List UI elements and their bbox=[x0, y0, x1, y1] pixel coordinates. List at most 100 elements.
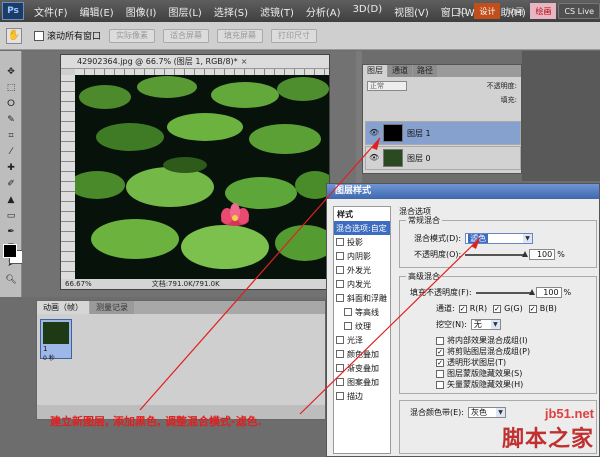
style-checkbox[interactable] bbox=[344, 308, 352, 316]
eyedropper-tool-icon[interactable]: ⁄ bbox=[3, 145, 19, 159]
advanced-option-row[interactable]: 将剪贴图层混合成组(P) bbox=[436, 346, 530, 357]
style-list-item[interactable]: 内发光 bbox=[334, 277, 390, 291]
advanced-option-row[interactable]: 图层蒙版隐藏效果(S) bbox=[436, 368, 522, 379]
styles-heading[interactable]: 样式 bbox=[334, 207, 390, 221]
channel-g-checkbox[interactable] bbox=[493, 304, 502, 313]
healing-tool-icon[interactable]: ✚ bbox=[3, 161, 19, 175]
style-list-item[interactable]: 混合选项:自定 bbox=[334, 221, 390, 235]
close-icon[interactable]: × bbox=[241, 57, 248, 66]
tab-channels[interactable]: 通道 bbox=[388, 65, 412, 77]
advanced-option-checkbox[interactable] bbox=[436, 358, 444, 367]
opacity-slider-knob[interactable] bbox=[522, 250, 529, 257]
tab-paths[interactable]: 路径 bbox=[413, 65, 437, 77]
style-checkbox[interactable] bbox=[344, 322, 352, 330]
brush-tool-icon[interactable]: ✐ bbox=[3, 177, 19, 191]
style-checkbox[interactable] bbox=[336, 336, 344, 344]
move-tool-icon[interactable]: ✥ bbox=[3, 65, 19, 79]
style-list-item[interactable]: 描边 bbox=[334, 389, 390, 403]
foreground-color-swatch[interactable] bbox=[3, 244, 17, 258]
fill-screen-button[interactable]: 填充屏幕 bbox=[217, 28, 264, 43]
style-list-item[interactable]: 纹理 bbox=[334, 319, 390, 333]
blend-if-select[interactable]: 灰色 ▼ bbox=[468, 407, 506, 418]
style-list-item[interactable]: 渐变叠加 bbox=[334, 361, 390, 375]
style-checkbox[interactable] bbox=[336, 364, 344, 372]
menu-item[interactable]: 分析(A) bbox=[300, 4, 347, 19]
tab-measurement-log[interactable]: 测量记录 bbox=[90, 301, 134, 314]
style-checkbox[interactable] bbox=[336, 294, 344, 302]
frame-delay[interactable]: 0 秒 bbox=[43, 353, 55, 362]
advanced-option-row[interactable]: 矢量蒙版隐藏效果(H) bbox=[436, 379, 523, 390]
chevron-down-icon: ▼ bbox=[490, 320, 500, 329]
channel-r-checkbox[interactable] bbox=[458, 304, 467, 313]
eye-icon[interactable]: 👁︎ bbox=[369, 153, 379, 163]
menu-item[interactable]: 编辑(E) bbox=[74, 4, 120, 19]
style-checkbox[interactable] bbox=[336, 392, 344, 400]
actual-pixels-button[interactable]: 实际像素 bbox=[109, 28, 156, 43]
menu-item[interactable]: 3D(D) bbox=[347, 4, 389, 19]
tab-animation-frames[interactable]: 动画（帧） bbox=[37, 301, 89, 314]
opacity-input[interactable]: 100 bbox=[529, 249, 556, 260]
menu-item[interactable]: 滤镜(T) bbox=[254, 4, 300, 19]
zoom-tool-icon[interactable]: 🔍︎ bbox=[3, 273, 19, 287]
advanced-option-checkbox[interactable] bbox=[436, 347, 444, 356]
zoom-level[interactable]: 66.67% bbox=[65, 280, 92, 288]
menu-item[interactable]: 图像(I) bbox=[120, 4, 163, 19]
general-blending-title: 常规混合 bbox=[406, 215, 442, 226]
document-tab[interactable]: 42902364.jpg @ 66.7% (图层 1, RGB/8)* × bbox=[61, 55, 329, 69]
document-canvas[interactable] bbox=[75, 75, 329, 281]
cs-live-button[interactable]: CS Live bbox=[558, 3, 600, 19]
knockout-select[interactable]: 无 ▼ bbox=[470, 319, 501, 330]
style-list-item[interactable]: 图案叠加 bbox=[334, 375, 390, 389]
advanced-option-row[interactable]: 将内部效果混合成组(I) bbox=[436, 335, 528, 346]
workspace-design-button[interactable]: 设计 bbox=[474, 3, 501, 19]
style-checkbox[interactable] bbox=[336, 238, 344, 246]
style-list-item[interactable]: 内阴影 bbox=[334, 249, 390, 263]
workspace-animation-button[interactable]: 动画 bbox=[502, 3, 528, 19]
workspace-painting-button[interactable]: 绘画 bbox=[530, 3, 557, 19]
advanced-option-checkbox[interactable] bbox=[436, 380, 444, 389]
style-checkbox[interactable] bbox=[336, 280, 344, 288]
fill-opacity-slider-knob[interactable] bbox=[528, 288, 535, 295]
advanced-option-row[interactable]: 透明形状图层(T) bbox=[436, 357, 506, 368]
layer-blend-mode-select[interactable]: 正常 bbox=[367, 81, 407, 91]
opacity-slider[interactable] bbox=[465, 250, 529, 257]
workspace-3d-button[interactable]: 3D bbox=[451, 3, 472, 19]
hand-tool-icon[interactable]: ✋ bbox=[6, 27, 22, 44]
quick-select-tool-icon[interactable]: ✎ bbox=[3, 113, 19, 127]
advanced-option-checkbox[interactable] bbox=[436, 369, 444, 378]
style-checkbox[interactable] bbox=[336, 266, 344, 274]
menu-item[interactable]: 图层(L) bbox=[162, 4, 207, 19]
blend-mode-select[interactable]: 滤色 ▼ bbox=[465, 233, 534, 244]
menu-item[interactable]: 选择(S) bbox=[208, 4, 254, 19]
style-list-item[interactable]: 光泽 bbox=[334, 333, 390, 347]
style-list-item[interactable]: 颜色叠加 bbox=[334, 347, 390, 361]
crop-tool-icon[interactable]: ⌗ bbox=[3, 129, 19, 143]
lasso-tool-icon[interactable]: ⵔ bbox=[3, 97, 19, 111]
tab-layers[interactable]: 图层 bbox=[363, 65, 387, 77]
menu-item[interactable]: 文件(F) bbox=[28, 4, 74, 19]
stamp-tool-icon[interactable]: ▲ bbox=[3, 193, 19, 207]
style-checkbox[interactable] bbox=[336, 378, 344, 386]
pen-tool-icon[interactable]: ✒ bbox=[3, 225, 19, 239]
style-list-item[interactable]: 外发光 bbox=[334, 263, 390, 277]
eraser-tool-icon[interactable]: ▭ bbox=[3, 209, 19, 223]
advanced-option-checkbox[interactable] bbox=[436, 336, 444, 345]
layer-row[interactable]: 👁︎ 图层 0 bbox=[365, 146, 521, 170]
layer-row[interactable]: 👁︎ 图层 1 bbox=[365, 121, 521, 145]
style-checkbox[interactable] bbox=[336, 252, 344, 260]
fill-opacity-input[interactable]: 100 bbox=[535, 287, 562, 298]
style-list-item[interactable]: 斜面和浮雕 bbox=[334, 291, 390, 305]
scroll-all-windows-checkbox[interactable] bbox=[34, 30, 44, 41]
eye-icon[interactable]: 👁︎ bbox=[369, 128, 379, 138]
channel-b-checkbox[interactable] bbox=[528, 304, 537, 313]
fill-opacity-slider[interactable] bbox=[475, 288, 535, 295]
print-size-button[interactable]: 打印尺寸 bbox=[271, 28, 318, 43]
animation-frame[interactable]: 1 0 秒 bbox=[40, 319, 72, 362]
style-list-item[interactable]: 投影 bbox=[334, 235, 390, 249]
marquee-tool-icon[interactable]: ⬚ bbox=[3, 81, 19, 95]
style-checkbox[interactable] bbox=[336, 350, 344, 358]
menu-item[interactable]: 视图(V) bbox=[388, 4, 435, 19]
channel-b-label: B(B) bbox=[539, 304, 557, 313]
fit-screen-button[interactable]: 适合屏幕 bbox=[163, 28, 210, 43]
style-list-item[interactable]: 等高线 bbox=[334, 305, 390, 319]
